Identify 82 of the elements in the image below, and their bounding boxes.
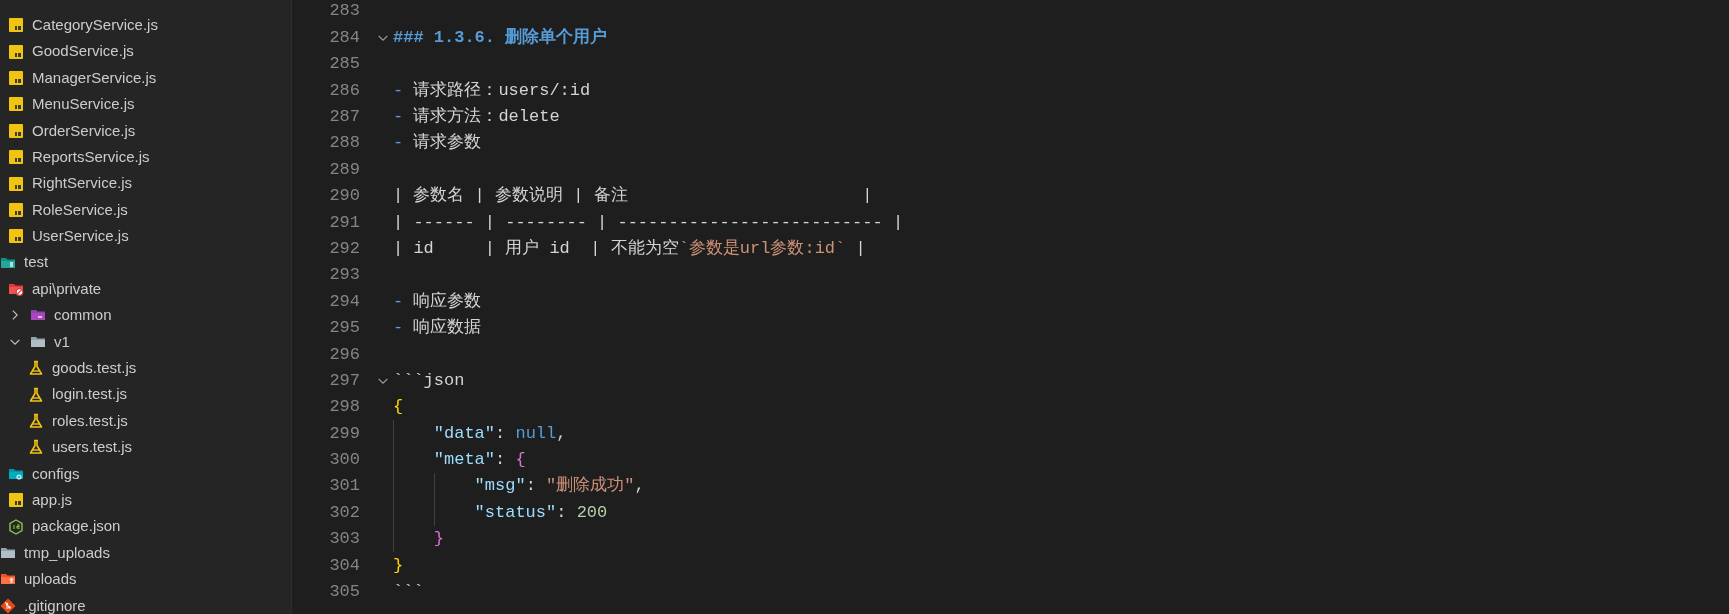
file-name[interactable]: GoodService.js [32, 40, 134, 63]
js-file-icon [8, 149, 24, 166]
js-file-icon [8, 96, 24, 113]
code-line: - 请求路径：users/:id [393, 79, 591, 102]
folder-icon [8, 281, 24, 298]
code-line: } [432, 528, 444, 551]
line-number: 293 [328, 264, 360, 287]
line-number: 291 [328, 211, 360, 234]
js-file-icon [8, 122, 24, 139]
folder-name[interactable]: v1 [54, 330, 70, 354]
line-number: 301 [328, 475, 360, 498]
line-number: 289 [328, 158, 360, 181]
file-name[interactable]: UserService.js [32, 225, 129, 248]
code-line: "data": null, [432, 422, 567, 445]
file-name[interactable]: ReportsService.js [32, 145, 150, 169]
line-number: 303 [328, 528, 360, 551]
git-icon [0, 597, 16, 614]
line-number: 304 [328, 554, 360, 577]
file-name[interactable]: RoleService.js [32, 198, 128, 222]
file-name[interactable]: roles.test.js [52, 409, 128, 433]
flask-icon [28, 413, 44, 430]
js-file-icon [8, 17, 24, 34]
line-number: 294 [328, 290, 360, 313]
flask-icon [28, 360, 44, 377]
file-name[interactable]: CategoryService.js [32, 13, 158, 37]
line-number: 285 [328, 53, 360, 76]
file-name[interactable]: .gitignore [24, 594, 86, 614]
folder-name[interactable]: test [24, 251, 49, 274]
code-line: | id | 用户 id | 不能为空`参数是url参数:id` | [393, 237, 866, 260]
file-name[interactable]: users.test.js [52, 436, 133, 459]
js-file-icon [8, 492, 24, 509]
code-line: - 响应数据 [393, 316, 482, 340]
js-file-icon [8, 228, 24, 245]
line-number: 305 [328, 581, 360, 604]
file-name[interactable]: login.test.js [52, 383, 128, 406]
folder-name[interactable]: api\private [32, 277, 102, 301]
line-number: 288 [328, 132, 360, 155]
file-name[interactable]: OrderService.js [32, 119, 136, 142]
line-number: 284 [328, 26, 360, 49]
file-name[interactable]: app.js [32, 488, 73, 512]
code-line: "status": 200 [473, 501, 608, 524]
flask-icon [28, 439, 44, 456]
line-number: 299 [328, 422, 360, 445]
folder-name[interactable]: uploads [24, 568, 77, 591]
line-number: 302 [328, 501, 360, 524]
line-number: 296 [328, 343, 360, 366]
line-number: 292 [328, 237, 360, 260]
folder-name[interactable]: configs [32, 462, 80, 486]
code-line: | 参数名 | 参数说明 | 备注 | [393, 185, 873, 208]
file-name[interactable]: ManagerService.js [32, 66, 157, 90]
code-line: - 请求参数 [393, 132, 482, 155]
js-file-icon [8, 201, 24, 218]
line-number: 283 [328, 0, 360, 23]
code-line: - 请求方法：delete [393, 106, 560, 128]
line-number: 287 [328, 106, 360, 128]
line-number: 297 [328, 369, 360, 392]
line-number: 286 [328, 79, 360, 102]
code-line: "meta": { [432, 449, 526, 472]
line-number: 298 [328, 396, 360, 419]
line-number: 300 [328, 449, 360, 472]
folder-icon [0, 545, 16, 561]
line-number: 295 [328, 317, 360, 340]
code-line: ``` [393, 581, 424, 604]
folder-name[interactable]: common [54, 304, 112, 327]
js-file-icon [8, 175, 24, 192]
file-name[interactable]: package.json [32, 515, 121, 538]
line-number: 290 [328, 185, 360, 208]
code-line: ### 1.3.6. 删除单个用户 [393, 26, 608, 49]
js-file-icon [8, 43, 24, 60]
code-line: | ------ | -------- | -------------------------- | [393, 211, 904, 234]
js-file-icon [8, 69, 24, 86]
code-line: - 响应参数 [393, 290, 482, 313]
code-line: } [393, 554, 404, 577]
code-line: { [393, 396, 404, 419]
file-name[interactable]: goods.test.js [52, 357, 137, 380]
hexagon-icon [8, 518, 24, 535]
file-name[interactable]: RightService.js [32, 172, 133, 195]
code-line: "msg": "删除成功", [473, 475, 645, 498]
file-name[interactable]: MenuService.js [32, 93, 135, 116]
flask-icon [28, 386, 44, 403]
code-line: ```json [393, 369, 465, 392]
folder-name[interactable]: tmp_uploads [24, 541, 110, 565]
